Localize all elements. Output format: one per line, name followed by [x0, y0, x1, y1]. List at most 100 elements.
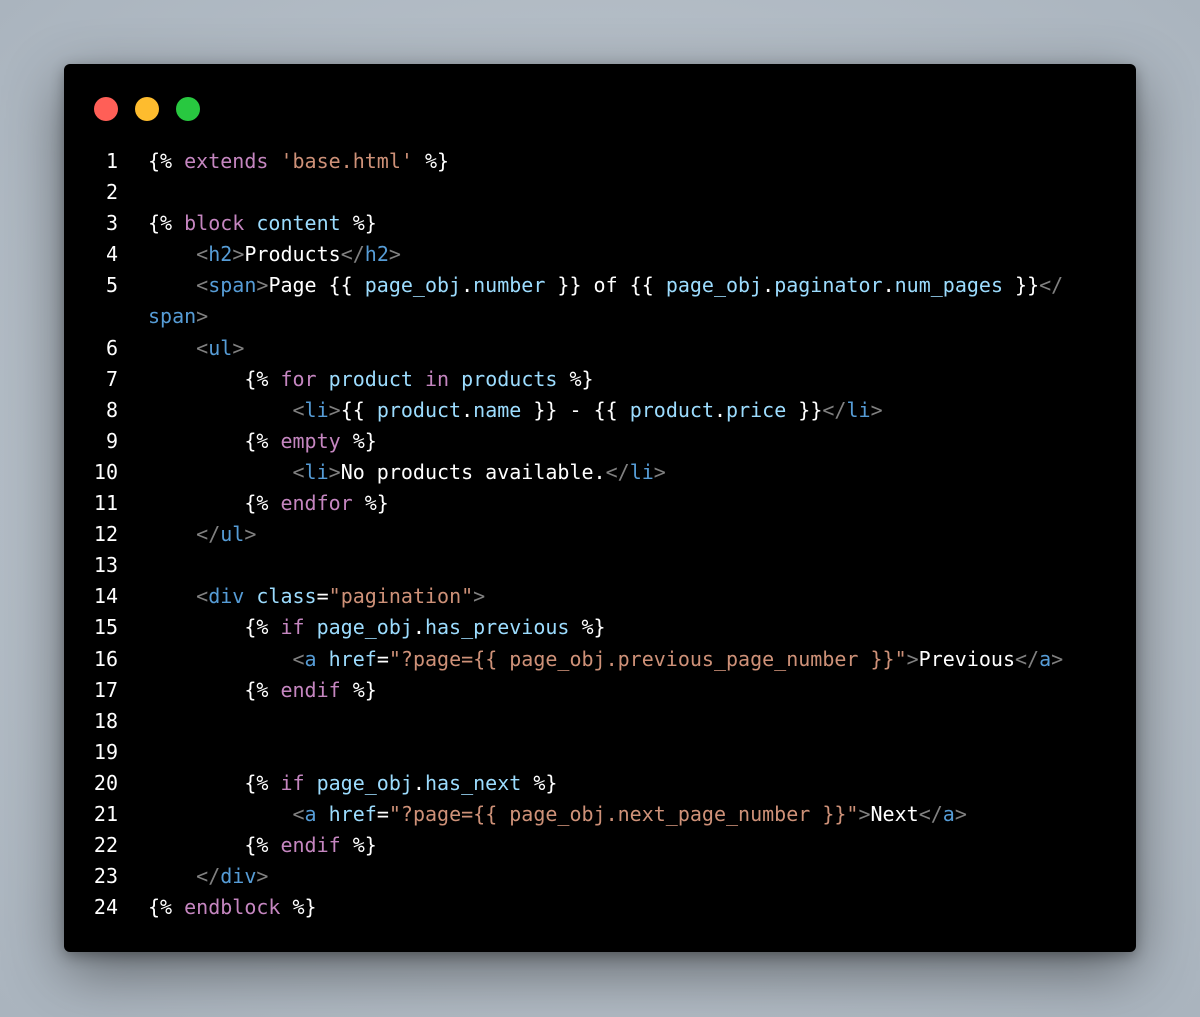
line-number: 14	[93, 584, 118, 609]
code-token: page_obj	[364, 273, 462, 298]
maximize-dot-icon[interactable]	[176, 97, 200, 121]
code-token: a	[304, 801, 317, 826]
line-number: 5	[105, 273, 118, 298]
code-token: endfor	[280, 491, 353, 516]
code-token: <	[196, 242, 209, 267]
line-number: 7	[105, 366, 118, 391]
code-line: 16 <a href="?page={{ page_obj.previous_p…	[64, 644, 1136, 675]
code-text: <ul>	[148, 333, 1108, 364]
code-token: name	[473, 397, 522, 422]
code-token: %}	[569, 615, 606, 640]
code-line: 10 <li>No products available.</li>	[64, 457, 1136, 488]
code-line: 6 <ul>	[64, 333, 1136, 364]
code-text: {% endif %}	[148, 830, 1108, 861]
code-token: Products	[244, 242, 341, 267]
code-token: in	[424, 366, 450, 391]
line-number: 12	[93, 522, 118, 547]
code-token: {%	[148, 677, 281, 702]
code-token: num_pages	[894, 273, 1003, 298]
code-token: %}	[521, 770, 558, 795]
code-token: {{	[340, 397, 377, 422]
minimize-dot-icon[interactable]	[135, 97, 159, 121]
code-line: 5 <span>Page {{ page_obj.number }} of {{…	[64, 270, 1136, 301]
code-block: 1 {% extends 'base.html' %} 2 3 {% block con…	[64, 146, 1136, 923]
code-token: </	[1015, 646, 1040, 671]
code-token: Page {{	[268, 273, 365, 298]
line-number: 10	[93, 459, 118, 484]
code-token: {%	[148, 149, 185, 173]
code-token: div	[208, 584, 245, 609]
code-line: 8 <li>{{ product.name }} - {{ product.pr…	[64, 395, 1136, 426]
code-line: 15 {% if page_obj.has_previous %}	[64, 612, 1136, 643]
code-token: <	[292, 801, 305, 826]
code-text: {% for product in products %}	[148, 364, 1108, 395]
code-line: 13	[64, 550, 1136, 581]
code-token: <	[292, 397, 305, 422]
code-line: 1 {% extends 'base.html' %}	[64, 146, 1136, 177]
code-token: {%	[148, 428, 281, 453]
code-token: has_previous	[424, 615, 570, 640]
code-line: 21 <a href="?page={{ page_obj.next_page_…	[64, 799, 1136, 830]
line-number: 6	[105, 335, 118, 360]
code-token: </	[918, 801, 943, 826]
code-token: .	[461, 397, 474, 422]
line-number: 15	[93, 615, 118, 640]
code-line: 14 <div class="pagination">	[64, 581, 1136, 612]
code-token: %}	[340, 211, 377, 236]
line-number: 4	[105, 242, 118, 267]
code-token: class	[256, 584, 317, 609]
code-token: has_next	[424, 770, 522, 795]
line-number: 18	[93, 708, 118, 733]
code-token: %}	[340, 677, 377, 702]
line-number: 1	[105, 149, 118, 173]
code-token: %}	[280, 895, 317, 920]
code-line: 24 {% endblock %}	[64, 892, 1136, 923]
line-number: 3	[105, 211, 118, 236]
code-token: %}	[557, 366, 594, 391]
code-text: {% if page_obj.has_next %}	[148, 768, 1108, 799]
code-token: number	[473, 273, 546, 298]
code-line: 11 {% endfor %}	[64, 488, 1136, 519]
code-token: {%	[148, 833, 281, 858]
code-token: No products available.	[340, 459, 606, 484]
code-text: </div>	[148, 861, 1108, 892]
line-number: 8	[105, 397, 118, 422]
code-token: h2	[208, 242, 233, 267]
code-token: empty	[280, 428, 341, 453]
code-token: li	[304, 459, 329, 484]
code-line: 2	[64, 177, 1136, 208]
code-token: span	[208, 273, 257, 298]
code-token: >	[1051, 646, 1064, 671]
code-token: >	[328, 459, 341, 484]
code-token: </	[1039, 273, 1064, 298]
code-token: >	[232, 335, 245, 360]
line-number: 2	[105, 180, 118, 205]
code-token: href	[328, 801, 377, 826]
code-token: page_obj	[316, 615, 413, 640]
code-line: 17 {% endif %}	[64, 675, 1136, 706]
code-text: {% block content %}	[148, 208, 1108, 239]
code-token: "pagination"	[328, 584, 474, 609]
code-token: Previous	[918, 646, 1015, 671]
code-token: href	[328, 646, 377, 671]
code-token: }} - {{	[521, 397, 630, 422]
code-token: block	[184, 211, 245, 236]
code-text: {% empty %}	[148, 426, 1108, 457]
line-number: 13	[93, 553, 118, 578]
code-token: {%	[148, 366, 281, 391]
code-token: "?page={{ page_obj.next_page_number }}"	[388, 801, 859, 826]
code-text: {% if page_obj.has_previous %}	[148, 612, 1108, 643]
code-token: .	[714, 397, 727, 422]
code-token: li	[846, 397, 871, 422]
close-dot-icon[interactable]	[94, 97, 118, 121]
